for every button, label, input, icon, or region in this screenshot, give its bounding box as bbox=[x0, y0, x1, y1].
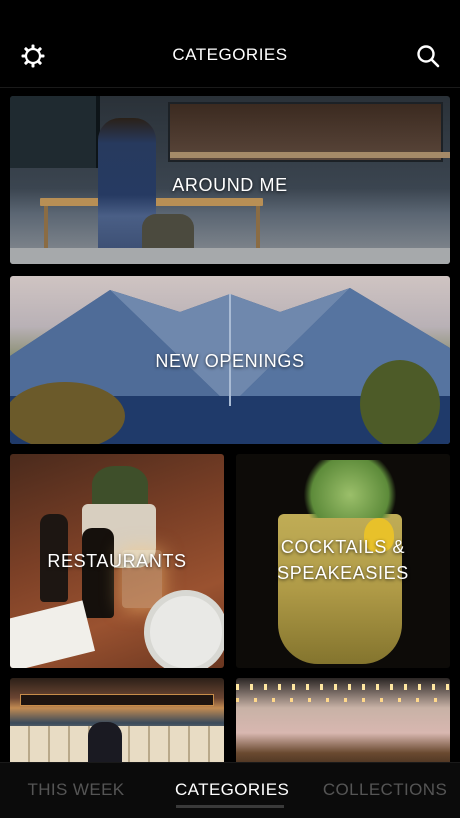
person-figure bbox=[88, 722, 122, 762]
search-button[interactable] bbox=[414, 42, 442, 70]
category-card-around-me[interactable]: AROUND ME bbox=[10, 96, 450, 264]
bench-leg bbox=[256, 206, 260, 250]
category-grid: AROUND ME NEW OPENINGS RESTAURANTS COCKT… bbox=[0, 88, 460, 762]
active-tab-indicator bbox=[176, 805, 284, 808]
tab-categories[interactable]: CATEGORIES bbox=[175, 780, 289, 800]
venue-sign bbox=[20, 694, 214, 706]
bench-leg bbox=[44, 206, 48, 250]
category-card-restaurants[interactable]: RESTAURANTS bbox=[10, 454, 224, 668]
category-label: COCKTAILS & SPEAKEASIES bbox=[277, 537, 409, 583]
search-icon bbox=[417, 45, 440, 68]
bottom-tab-bar: THIS WEEK CATEGORIES COLLECTIONS bbox=[0, 762, 460, 818]
category-card-bowling[interactable] bbox=[10, 678, 224, 762]
tab-this-week[interactable]: THIS WEEK bbox=[24, 780, 128, 800]
category-card-new-openings[interactable]: NEW OPENINGS bbox=[10, 276, 450, 444]
string-lights bbox=[236, 698, 450, 702]
category-label: AROUND ME bbox=[172, 175, 288, 195]
top-navigation-bar: CATEGORIES bbox=[0, 0, 460, 88]
category-label: RESTAURANTS bbox=[47, 551, 187, 571]
category-card-bar[interactable] bbox=[236, 678, 450, 762]
string-lights bbox=[236, 684, 450, 690]
page-title: CATEGORIES bbox=[172, 45, 288, 64]
shelf bbox=[170, 152, 450, 158]
tab-collections[interactable]: COLLECTIONS bbox=[322, 780, 448, 800]
pavement bbox=[10, 248, 450, 264]
category-label: NEW OPENINGS bbox=[155, 351, 305, 371]
mint-garnish bbox=[296, 460, 404, 518]
plate bbox=[144, 590, 224, 668]
storefront-window bbox=[10, 96, 100, 168]
category-image bbox=[236, 678, 450, 762]
category-card-cocktails-speakeasies[interactable]: COCKTAILS & SPEAKEASIES bbox=[236, 454, 450, 668]
